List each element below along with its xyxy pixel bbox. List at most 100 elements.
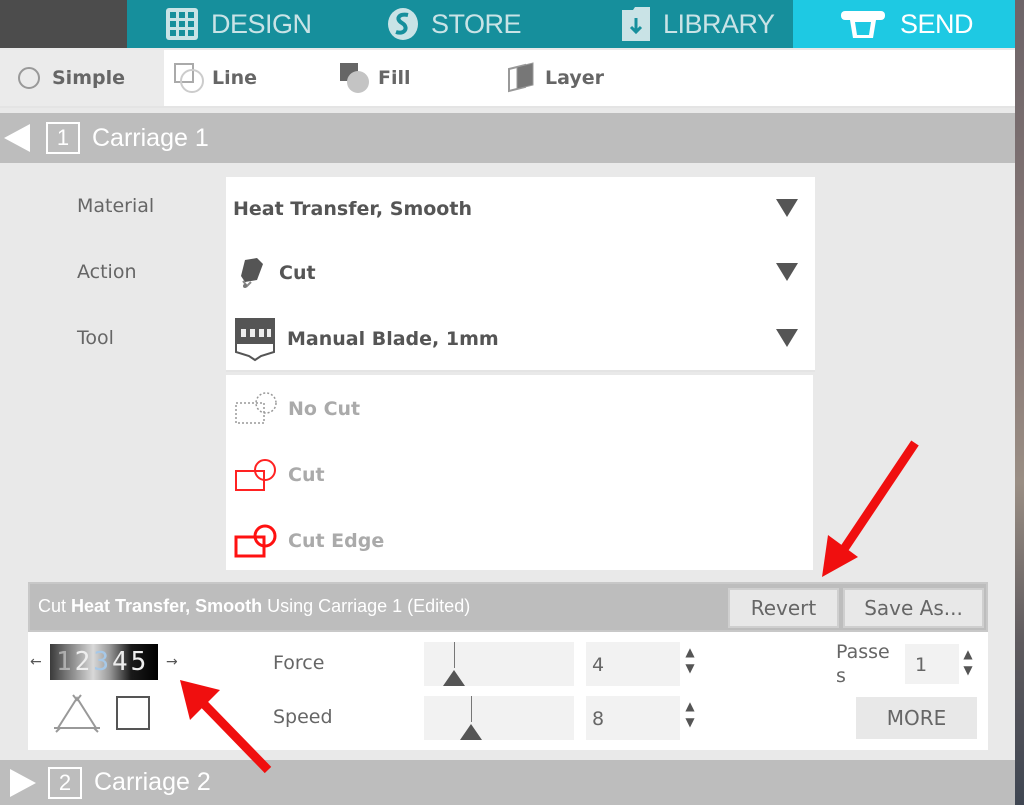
speed-label: Speed [273,706,333,728]
force-slider[interactable] [424,642,574,686]
tab-layer-label: Layer [545,67,604,89]
force-slider-line [454,642,456,668]
chevron-down-icon[interactable] [776,263,798,281]
arrow-right-icon[interactable]: → [166,654,178,670]
speed-slider-line [470,696,472,722]
download-folder-icon [621,6,651,42]
blade-number: 3 [93,647,112,677]
radio-icon[interactable] [18,67,40,89]
cut-settings-dropdowns: Heat Transfer, Smooth Cut Manual Blade, … [226,177,815,372]
blade-number: 5 [130,647,150,677]
chevron-down-icon[interactable] [776,329,798,347]
cut-option-cut[interactable]: Cut [234,450,325,500]
nav-design[interactable]: DESIGN [127,0,349,48]
expand-icon [10,768,36,797]
nav-library-label: LIBRARY [663,8,775,39]
speed-slider-thumb[interactable] [459,724,482,740]
cut-option-no-cut[interactable]: No Cut [234,384,360,434]
force-stepper[interactable]: ▲ ▼ [683,644,697,676]
force-label: Force [273,652,325,674]
revert-button[interactable]: Revert [728,588,839,628]
grid-icon [165,7,199,41]
nav-store-label: STORE [431,8,522,39]
cut-label: Cut [288,464,325,486]
carriage-2-header[interactable]: 2 Carriage 2 [0,760,1015,805]
triangle-tool-icon[interactable] [52,694,102,738]
step-up-icon[interactable]: ▲ [961,646,975,662]
material-value: Heat Transfer, Smooth [233,198,472,220]
tool-value: Manual Blade, 1mm [287,328,499,350]
settings-title-prefix: Cut [38,596,67,616]
layer-icon [505,61,539,95]
fill-style-icon [338,61,372,95]
arrow-left-icon[interactable]: ← [30,654,42,670]
nav-send-label: SEND [900,8,974,39]
main-nav: DESIGN STORE LIBRARY SEND [127,0,1015,48]
cut-style-list: No Cut Cut Cut Edge [226,375,813,570]
settings-title: Cut Heat Transfer, Smooth Using Carriage… [38,596,470,617]
carriage-1-label: Carriage 1 [92,123,209,152]
cut-icon [234,457,280,493]
passes-label: Passes [836,641,890,687]
force-slider-thumb[interactable] [443,670,466,686]
square-tool-icon[interactable] [116,696,150,730]
tab-layer[interactable]: Layer [505,50,604,106]
tab-fill[interactable]: Fill [338,50,411,106]
step-down-icon[interactable]: ▼ [683,714,697,730]
action-value: Cut [279,262,316,284]
chevron-down-icon[interactable] [776,199,798,217]
cut-option-cut-edge[interactable]: Cut Edge [234,516,384,566]
tab-fill-label: Fill [378,67,411,89]
nav-library[interactable]: LIBRARY [571,0,793,48]
speed-stepper[interactable]: ▲ ▼ [683,698,697,730]
carriage-2-label: Carriage 2 [94,768,211,796]
speed-slider[interactable] [424,696,574,740]
desktop-background [1015,0,1024,805]
action-label: Action [77,261,137,283]
more-button[interactable]: MORE [856,697,977,739]
cut-edge-icon [234,523,280,559]
blade-number: 1 [56,647,75,677]
tab-line[interactable]: Line [172,50,257,106]
annotation-arrow [822,440,919,577]
manual-blade-icon [233,316,277,362]
material-dropdown[interactable]: Heat Transfer, Smooth [226,177,815,241]
speed-input[interactable]: 8 [586,696,680,740]
tab-line-label: Line [212,67,258,89]
step-up-icon[interactable]: ▲ [683,644,697,660]
settings-title-material: Heat Transfer, Smooth [71,596,263,616]
cut-edge-label: Cut Edge [288,530,385,552]
blade-number: 2 [74,647,94,677]
blade-depth-selector[interactable]: 1 2 3 4 5 [50,644,158,680]
material-label: Material [77,195,155,217]
save-as-button[interactable]: Save As... [843,588,984,628]
collapse-icon [4,124,30,152]
action-dropdown[interactable]: Cut [226,241,815,305]
passes-stepper[interactable]: ▲ ▼ [961,646,975,678]
carriage-number-badge: 2 [48,766,82,799]
carriage-1-header[interactable]: 1 Carriage 1 [0,113,1015,163]
tab-simple[interactable]: Simple [0,50,164,106]
silhouette-s-icon [387,7,419,41]
no-cut-icon [234,391,280,427]
tab-bar: Simple Line Fill Layer [0,50,1015,108]
blade-holder-icon [233,254,269,292]
settings-body: ← 1 2 3 4 5 → Force 4 ▲ ▼ Speed 8 ▲ ▼ Pass… [28,632,988,750]
nav-store[interactable]: STORE [349,0,571,48]
cutter-machine-icon [838,8,888,40]
nav-send[interactable]: SEND [793,0,1015,48]
step-down-icon[interactable]: ▼ [683,660,697,676]
tab-simple-label: Simple [52,67,125,89]
tool-dropdown[interactable]: Manual Blade, 1mm [226,307,815,371]
blade-number: 4 [111,647,131,677]
force-input[interactable]: 4 [586,642,680,686]
settings-title-suffix: Using Carriage 1 (Edited) [267,596,471,616]
line-style-icon [172,61,206,95]
settings-header: Cut Heat Transfer, Smooth Using Carriage… [28,582,988,632]
carriage-number-badge: 1 [46,122,80,154]
tool-label: Tool [77,327,114,349]
step-up-icon[interactable]: ▲ [683,698,697,714]
passes-input[interactable]: 1 [905,644,959,684]
nav-design-label: DESIGN [211,8,312,39]
step-down-icon[interactable]: ▼ [961,662,975,678]
